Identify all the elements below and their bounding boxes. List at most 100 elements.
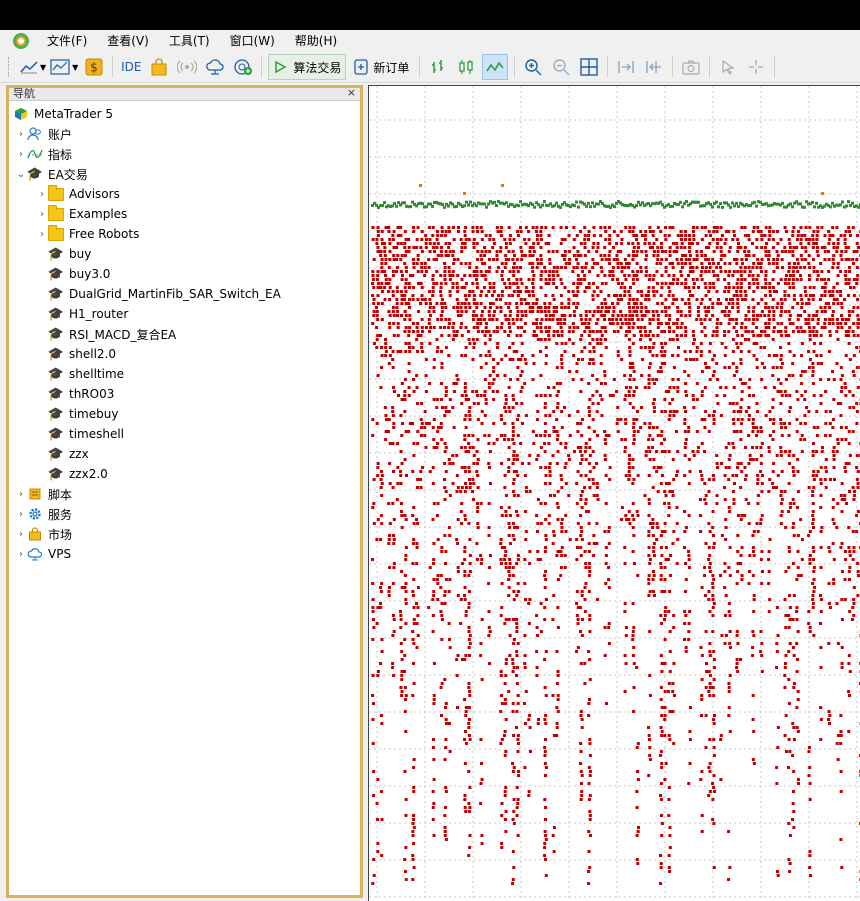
chart-type-button[interactable]: ▼	[20, 55, 46, 79]
chart-point	[700, 250, 703, 253]
chart-point	[588, 562, 591, 565]
chart-point	[817, 254, 820, 257]
chart-shift-button[interactable]	[642, 55, 666, 79]
tree-item-experts[interactable]: ⌄ 🎓 EA交易	[9, 164, 360, 184]
tree-item-ea[interactable]: 🎓timebuy	[9, 404, 360, 424]
chevron-right-icon[interactable]: ›	[36, 189, 48, 200]
ide-button[interactable]: IDE	[119, 55, 143, 79]
chart-point	[452, 282, 455, 285]
chart-point	[473, 238, 476, 241]
chart-point	[685, 578, 688, 581]
tree-item-ea[interactable]: 🎓buy	[9, 244, 360, 264]
chart-point	[855, 346, 858, 349]
screenshot-button[interactable]	[679, 55, 703, 79]
menu-view[interactable]: 查看(V)	[97, 30, 159, 52]
tree-item-ea[interactable]: 🎓RSI_MACD_复合EA	[9, 324, 360, 344]
chart-point	[799, 374, 802, 377]
tree-item-indicators[interactable]: › 指标	[9, 144, 360, 164]
auto-scroll-button[interactable]	[614, 55, 638, 79]
chart-window[interactable]	[368, 85, 860, 901]
chevron-right-icon[interactable]: ›	[15, 489, 27, 500]
chart-point	[576, 250, 579, 253]
chevron-right-icon[interactable]: ›	[15, 149, 27, 160]
chart-point	[708, 242, 711, 245]
chart-canvas[interactable]	[369, 86, 860, 901]
chart-point	[539, 558, 542, 561]
tree-item-ea[interactable]: 🎓DualGrid_MartinFib_SAR_Switch_EA	[9, 284, 360, 304]
chart-point	[648, 278, 651, 281]
zoom-in-button[interactable]	[521, 55, 545, 79]
chart-point	[545, 314, 548, 317]
close-icon[interactable]: ×	[347, 87, 356, 99]
chart-point	[648, 474, 651, 477]
chart-point	[784, 662, 787, 665]
deposit-button[interactable]: $	[82, 55, 106, 79]
menu-help[interactable]: 帮助(H)	[285, 30, 347, 52]
algo-trading-button[interactable]: 算法交易	[268, 54, 346, 80]
chart-point	[429, 302, 432, 305]
chart-point	[664, 306, 667, 309]
menu-window[interactable]: 窗口(W)	[220, 30, 285, 52]
line-chart-button[interactable]	[482, 54, 508, 80]
tile-windows-button[interactable]	[577, 55, 601, 79]
chart-point	[548, 278, 551, 281]
chevron-right-icon[interactable]: ›	[15, 129, 27, 140]
chevron-right-icon[interactable]: ›	[15, 529, 27, 540]
tree-item-ea[interactable]: 🎓H1_router	[9, 304, 360, 324]
chart-point	[652, 290, 655, 293]
tree-item-ea[interactable]: 🎓zzx2.0	[9, 464, 360, 484]
bar-chart-button[interactable]	[426, 55, 450, 79]
toolbar-grip[interactable]	[8, 57, 12, 77]
chart-point	[741, 262, 744, 265]
tree-item-accounts[interactable]: › 账户	[9, 124, 360, 144]
signals-button[interactable]	[175, 55, 199, 79]
cursor-button[interactable]	[716, 55, 740, 79]
tree-item-scripts[interactable]: › 脚本	[9, 484, 360, 504]
chevron-right-icon[interactable]: ›	[36, 229, 48, 240]
chart-point	[660, 566, 663, 569]
market-button[interactable]	[147, 55, 171, 79]
tree-item-ea[interactable]: 🎓timeshell	[9, 424, 360, 444]
auto-scroll-icon	[616, 59, 636, 75]
tree-item-services[interactable]: › 服务	[9, 504, 360, 524]
chart-point	[517, 234, 520, 237]
chevron-right-icon[interactable]: ›	[15, 549, 27, 560]
chart-point	[392, 674, 395, 677]
tree-root[interactable]: MetaTrader 5	[9, 104, 360, 124]
chart-point	[655, 378, 658, 381]
chart-point	[445, 410, 448, 413]
chart-point	[680, 230, 683, 233]
chart-point	[668, 314, 671, 317]
tree-item-ea[interactable]: 🎓thRO03	[9, 384, 360, 404]
chart-point	[417, 282, 420, 285]
chart-point	[512, 406, 515, 409]
chart-point	[711, 586, 714, 589]
new-order-button[interactable]: 新订单	[350, 55, 413, 79]
crosshair-button[interactable]	[744, 55, 768, 79]
chart-point	[848, 390, 851, 393]
chart-point	[572, 378, 575, 381]
chart-point	[493, 201, 496, 204]
chart-point	[413, 826, 416, 829]
chart-point	[620, 270, 623, 273]
community-button[interactable]	[231, 55, 255, 79]
tree-item-ea[interactable]: 🎓zzx	[9, 444, 360, 464]
menu-file[interactable]: 文件(F)	[37, 30, 97, 52]
tree-item-ea[interactable]: 🎓shell2.0	[9, 344, 360, 364]
tree-item-ea[interactable]: 🎓shelltime	[9, 364, 360, 384]
tree-item-ea[interactable]: 🎓buy3.0	[9, 264, 360, 284]
tree-folder-free-robots[interactable]: › Free Robots	[9, 224, 360, 244]
vps-button[interactable]	[203, 55, 227, 79]
chevron-down-icon[interactable]: ⌄	[15, 169, 27, 180]
chevron-right-icon[interactable]: ›	[36, 209, 48, 220]
indicators-button[interactable]: ▼	[50, 55, 78, 79]
chevron-right-icon[interactable]: ›	[15, 509, 27, 520]
tree-item-vps[interactable]: › VPS	[9, 544, 360, 564]
tree-folder-advisors[interactable]: › Advisors	[9, 184, 360, 204]
tree-item-market[interactable]: › 市场	[9, 524, 360, 544]
chart-point	[433, 662, 436, 665]
tree-folder-examples[interactable]: › Examples	[9, 204, 360, 224]
zoom-out-button[interactable]	[549, 55, 573, 79]
menu-tools[interactable]: 工具(T)	[159, 30, 220, 52]
candlestick-button[interactable]	[454, 55, 478, 79]
